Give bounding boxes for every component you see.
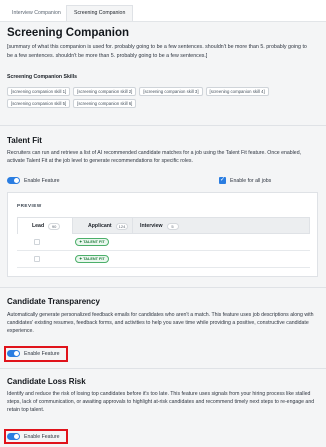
preview-tab-lead[interactable]: Lead 90 [18,218,73,234]
talent-fit-description: Recruiters can run and retrieve a list o… [7,150,302,164]
preview-row: ✦ TALENT FIT [17,234,310,251]
loss-risk-title: Candidate Loss Risk [7,377,86,386]
preview-tab-count: 5 [166,222,179,230]
preview-tab-count: 90 [48,222,61,230]
companion-tabs: Interview Companion Screening Companion [0,0,326,22]
loss-risk-toggle-label: Enable Feature [24,433,60,440]
skill-chip: [screening companion skill 6] [73,99,137,108]
loss-risk-toggle-row[interactable]: Enable Feature [7,433,59,440]
preview-tab-applicant[interactable]: Applicant 124 [74,218,133,234]
row-checkbox[interactable] [34,239,40,245]
preview-tab-label: Lead [32,223,45,229]
section-divider [0,287,326,288]
companion-summary: [summary of what this companion is used … [7,44,307,59]
transparency-description: Automatically generate personalized feed… [7,312,314,334]
transparency-toggle-row[interactable]: Enable Feature [7,350,59,357]
skill-chip: [screening companion skill 1] [7,87,71,96]
tab-interview-companion[interactable]: Interview Companion [4,5,69,21]
row-checkbox[interactable] [34,256,40,262]
transparency-title: Candidate Transparency [7,297,100,306]
skill-chip: [screening companion skill 5] [7,99,71,108]
section-divider [0,368,326,369]
skill-chip: [screening companion skill 3] [139,87,203,96]
talent-fit-toggle-row[interactable]: Enable Feature [7,177,59,184]
talent-fit-preview: PREVIEW Lead 90 Applicant 124 Interview … [7,192,318,277]
talent-fit-badge: ✦ TALENT FIT [75,238,109,246]
preview-tab-label: Interview [140,223,163,229]
preview-tabs: Lead 90 Applicant 124 Interview 5 [17,217,310,234]
preview-tab-count: 124 [115,222,129,230]
transparency-toggle-label: Enable Feature [24,350,60,357]
loss-risk-description: Identify and reduce the risk of losing t… [7,391,315,413]
loss-risk-toggle[interactable] [7,433,20,440]
preview-label: PREVIEW [17,203,42,208]
skill-chip: [screening companion skill 2] [73,87,137,96]
talent-fit-badge-label: TALENT FIT [83,257,105,261]
talent-fit-badge-label: TALENT FIT [83,240,105,244]
talent-fit-badge: ✦ TALENT FIT [75,255,109,263]
skills-title: Screening Companion Skills [7,74,78,80]
talent-fit-toggle[interactable] [7,177,20,184]
enable-all-jobs-row[interactable]: ✓ Enable for all jobs [219,177,271,184]
check-icon[interactable]: ✓ [219,177,226,184]
section-divider [0,125,326,126]
enable-all-jobs-label: Enable for all jobs [230,177,272,184]
transparency-toggle[interactable] [7,350,20,357]
page-title: Screening Companion [7,27,130,39]
tab-screening-companion[interactable]: Screening Companion [66,5,134,21]
preview-row: ✦ TALENT FIT [17,251,310,268]
talent-fit-title: Talent Fit [7,136,42,145]
skill-chip: [screening companion skill 4] [205,87,269,96]
preview-tab-interview[interactable]: Interview 5 [133,218,179,234]
skills-list: [screening companion skill 1] [screening… [7,87,323,108]
talent-fit-toggle-label: Enable Feature [24,177,60,184]
preview-tab-label: Applicant [88,223,112,229]
